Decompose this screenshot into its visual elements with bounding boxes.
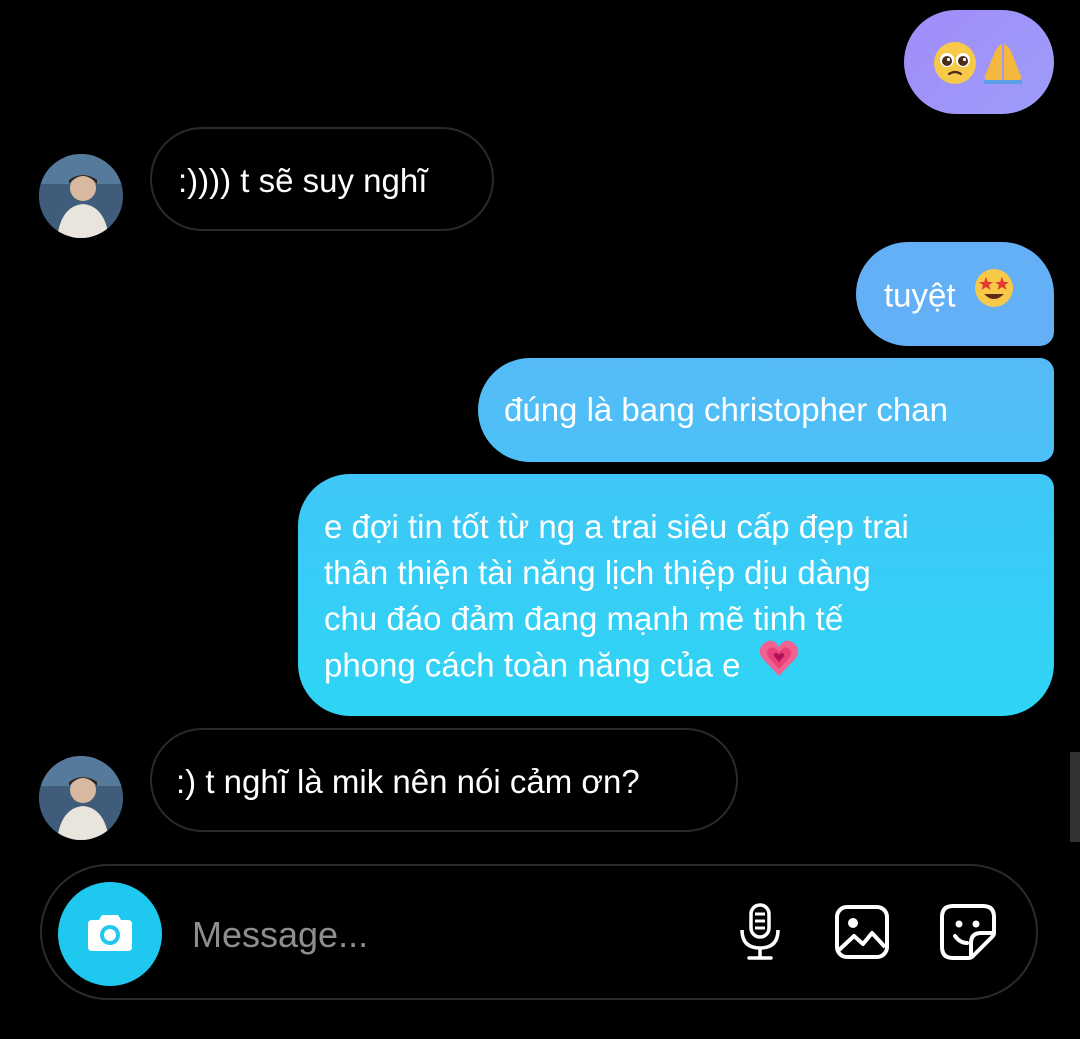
message-text: :)))) t sẽ suy nghĩ xyxy=(178,162,428,199)
message-line: thân thiện tài năng lịch thiệp dịu dàng xyxy=(324,554,871,591)
message-line: e đợi tin tốt từ ng a trai siêu cấp đẹp … xyxy=(324,508,909,545)
sticker-icon xyxy=(939,903,997,966)
message-line: phong cách toàn năng của e xyxy=(324,646,741,684)
message-text: tuyệt xyxy=(884,276,956,314)
message-line: chu đáo đảm đang mạnh mẽ tinh tế xyxy=(324,600,844,637)
star-struck-emoji xyxy=(973,267,1015,321)
incoming-message-bubble[interactable]: :) t nghĩ là mik nên nói cảm ơn? xyxy=(150,728,738,832)
message-text: đúng là bang christopher chan xyxy=(504,391,948,428)
incoming-message-bubble[interactable]: :)))) t sẽ suy nghĩ xyxy=(150,127,494,231)
gallery-icon xyxy=(834,904,890,965)
message-input[interactable] xyxy=(190,906,714,964)
outgoing-message-bubble[interactable]: tuyệt xyxy=(856,242,1054,346)
gallery-button[interactable] xyxy=(832,904,892,964)
folded-hands-emoji xyxy=(980,40,1026,98)
outgoing-message-bubble[interactable]: đúng là bang christopher chan xyxy=(478,358,1054,462)
contact-avatar[interactable] xyxy=(39,154,123,238)
microphone-button[interactable] xyxy=(730,902,790,967)
scrollbar[interactable] xyxy=(1070,752,1080,842)
contact-avatar[interactable] xyxy=(39,756,123,840)
message-composer xyxy=(40,864,1038,1000)
camera-button[interactable] xyxy=(58,882,162,986)
outgoing-message-bubble[interactable] xyxy=(904,10,1054,114)
growing-heart-emoji xyxy=(758,638,800,690)
sticker-button[interactable] xyxy=(938,903,998,966)
camera-icon xyxy=(86,911,134,958)
outgoing-message-bubble[interactable]: e đợi tin tốt từ ng a trai siêu cấp đẹp … xyxy=(298,474,1054,716)
message-text: :) t nghĩ là mik nên nói cảm ơn? xyxy=(176,763,640,800)
pleading-face-emoji xyxy=(932,40,978,98)
microphone-icon xyxy=(737,902,783,967)
